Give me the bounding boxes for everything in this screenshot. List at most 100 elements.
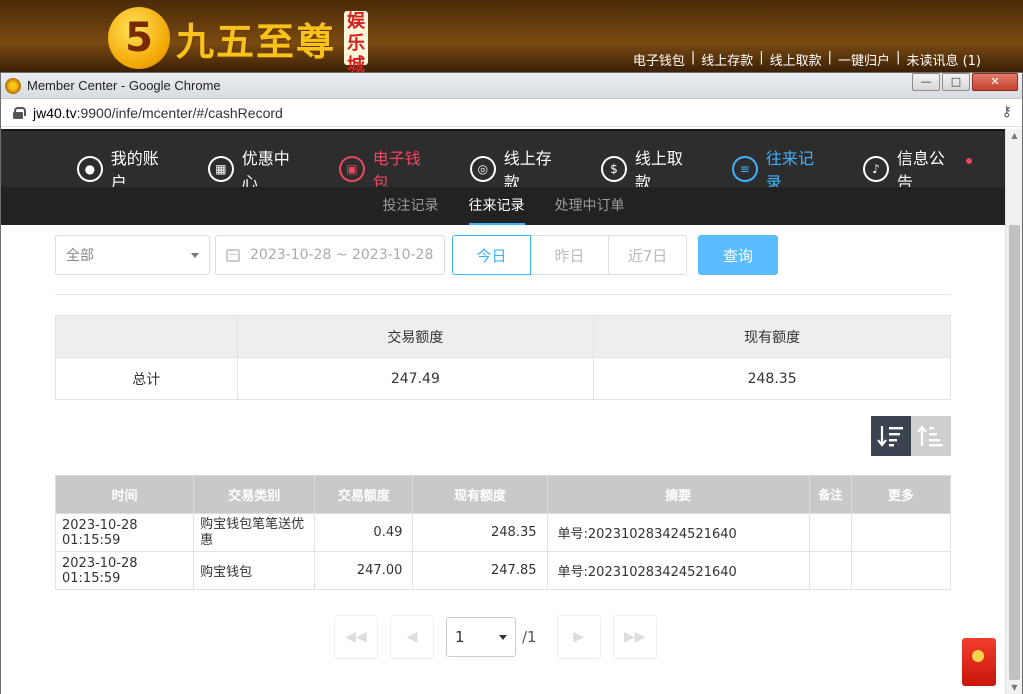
- notification-dot: [966, 158, 972, 164]
- sort-asc-button[interactable]: [911, 416, 951, 456]
- sort-desc-icon: [877, 426, 903, 447]
- pagination: ◀◀ ◀ 1 /1 ▶ ▶▶: [334, 615, 669, 659]
- col-header-time: 时间: [54, 475, 195, 514]
- site-logo: 5 九五至尊 娱乐城: [108, 7, 369, 76]
- nav-item-deposit[interactable]: ◎ 线上存款: [470, 145, 567, 193]
- scroll-up-arrow[interactable]: ▲: [1006, 129, 1023, 143]
- nav-item-records[interactable]: ≡ 往来记录: [732, 145, 829, 193]
- cell-summary: 单号:202310283424521640: [546, 513, 810, 552]
- next-page-button[interactable]: ▶: [556, 615, 601, 659]
- cell-balance: 247.85: [412, 551, 548, 590]
- scroll-down-arrow[interactable]: ▼: [1006, 681, 1023, 694]
- search-button[interactable]: 查询: [698, 235, 778, 275]
- lock-icon: [13, 106, 26, 119]
- summary-trade-amount: 247.49: [236, 357, 595, 400]
- cell-time: 2023-10-28 01:15:59: [54, 513, 195, 552]
- top-link-consolidate[interactable]: 一键归户: [838, 50, 890, 69]
- tab-transaction-records[interactable]: 往来记录: [468, 187, 525, 225]
- user-icon: ●: [77, 156, 103, 182]
- cell-balance: 248.35: [412, 513, 548, 552]
- nav-item-announcements[interactable]: ♪ 信息公告: [863, 145, 972, 193]
- vertical-scrollbar[interactable]: ▲ ▼: [1005, 129, 1022, 694]
- cell-time: 2023-10-28 01:15:59: [54, 551, 195, 590]
- record-icon: ≡: [732, 156, 758, 182]
- calendar-icon: [226, 248, 240, 262]
- cell-note: [808, 513, 852, 552]
- filter-bar: 全部 2023-10-28 ~ 2023-10-28 今日 昨日 近7日 查询: [55, 235, 778, 275]
- summary-row-label: 总计: [55, 357, 238, 400]
- deposit-icon: ◎: [470, 156, 496, 182]
- sort-asc-icon: [917, 425, 943, 447]
- tab-pending-orders[interactable]: 处理中订单: [555, 187, 625, 225]
- top-link-withdraw[interactable]: 线上取款: [770, 50, 822, 69]
- col-header-summary: 摘要: [546, 475, 810, 514]
- col-header-more: 更多: [850, 475, 952, 514]
- table-row: 2023-10-28 01:15:59 购宝钱包 247.00 247.85 单…: [54, 551, 952, 590]
- yesterday-button[interactable]: 昨日: [530, 235, 609, 275]
- page-total: /1: [522, 628, 537, 646]
- today-button[interactable]: 今日: [452, 235, 531, 275]
- gift-icon: ▦: [208, 156, 234, 182]
- chevron-down-icon: [499, 634, 507, 640]
- top-link-unread[interactable]: 未读讯息 (1): [906, 50, 981, 69]
- summary-table: 交易额度 现有额度 总计 247.49 248.35: [55, 315, 951, 400]
- logo-text: 九五至尊: [176, 18, 337, 64]
- first-page-button[interactable]: ◀◀: [334, 615, 378, 659]
- key-icon[interactable]: ⚷: [1002, 104, 1012, 120]
- summary-header-empty: [55, 315, 238, 358]
- cell-amount: 0.49: [314, 513, 414, 552]
- col-header-note: 备注: [808, 475, 852, 514]
- table-row: 2023-10-28 01:15:59 购宝钱包笔笔送优惠 0.49 248.3…: [54, 513, 952, 552]
- records-table: 时间 交易类别 交易额度 现有额度 摘要 备注 更多 2023-10-28 01…: [54, 475, 952, 590]
- tab-bet-records[interactable]: 投注记录: [383, 187, 439, 225]
- top-link-wallet[interactable]: 电子钱包: [633, 50, 685, 69]
- cell-note: [808, 551, 852, 590]
- cell-more[interactable]: [850, 551, 952, 590]
- scroll-thumb[interactable]: [1009, 225, 1020, 680]
- prev-page-button[interactable]: ◀: [390, 615, 434, 659]
- main-nav: ● 我的账户 ▦ 优惠中心 ▣ 电子钱包 ◎ 线上存款 $ 线上取款 ≡ 往来记…: [1, 129, 1006, 192]
- top-link-deposit[interactable]: 线上存款: [701, 50, 753, 69]
- nav-item-withdraw[interactable]: $ 线上取款: [601, 145, 698, 193]
- cell-amount: 247.00: [314, 551, 414, 590]
- logo-emblem: 5: [108, 7, 170, 69]
- quick-date-group: 今日 昨日 近7日: [452, 235, 687, 275]
- last-page-button[interactable]: ▶▶: [612, 615, 657, 659]
- bell-icon: ♪: [863, 156, 889, 182]
- app-icon: [5, 77, 21, 94]
- top-links: 电子钱包 | 线上存款 | 线上取款 | 一键归户 | 未读讯息 (1): [632, 50, 981, 69]
- page-content: ● 我的账户 ▦ 优惠中心 ▣ 电子钱包 ◎ 线上存款 $ 线上取款 ≡ 往来记…: [1, 129, 1006, 694]
- summary-header-trade: 交易额度: [236, 315, 595, 358]
- close-button[interactable]: ✕: [972, 73, 1018, 91]
- background-site-header: 5 九五至尊 娱乐城 电子钱包 | 线上存款 | 线上取款 | 一键归户 | 未读讯息 …: [0, 0, 1023, 76]
- minimize-button[interactable]: —: [912, 73, 940, 91]
- sort-controls: [871, 416, 951, 456]
- sort-desc-button[interactable]: [871, 416, 911, 456]
- withdraw-icon: $: [601, 156, 627, 182]
- cell-type: 购宝钱包笔笔送优惠: [193, 513, 316, 552]
- window-title: Member Center - Google Chrome: [27, 78, 221, 93]
- window-titlebar: Member Center - Google Chrome — □ ✕: [1, 73, 1022, 99]
- cell-more[interactable]: [850, 513, 952, 552]
- nav-item-wallet[interactable]: ▣ 电子钱包: [339, 145, 436, 193]
- last-7-days-button[interactable]: 近7日: [608, 235, 687, 275]
- col-header-balance: 现有额度: [412, 475, 548, 514]
- date-range-input[interactable]: 2023-10-28 ~ 2023-10-28: [215, 235, 445, 275]
- maximize-button[interactable]: □: [942, 73, 970, 91]
- category-select[interactable]: 全部: [55, 235, 210, 275]
- nav-item-account[interactable]: ● 我的账户: [77, 145, 174, 193]
- address-bar[interactable]: jw40.tv:9900/infe/mcenter/#/cashRecord: [1, 99, 1022, 127]
- sub-nav: 投注记录 往来记录 处理中订单: [1, 187, 1006, 225]
- nav-item-promotions[interactable]: ▦ 优惠中心: [208, 145, 305, 193]
- cell-summary: 单号:202310283424521640: [546, 551, 810, 590]
- browser-window: Member Center - Google Chrome — □ ✕ jw40…: [0, 72, 1023, 694]
- red-packet-widget[interactable]: [962, 638, 996, 686]
- logo-badge: 娱乐城: [344, 11, 369, 76]
- page-select[interactable]: 1: [446, 617, 516, 657]
- window-controls: — □ ✕: [912, 73, 1018, 91]
- summary-header-current: 现有额度: [593, 315, 951, 358]
- wallet-icon: ▣: [339, 156, 365, 182]
- url-text[interactable]: jw40.tv:9900/infe/mcenter/#/cashRecord: [33, 105, 283, 121]
- summary-current-amount: 248.35: [593, 357, 951, 400]
- cell-type: 购宝钱包: [193, 551, 316, 590]
